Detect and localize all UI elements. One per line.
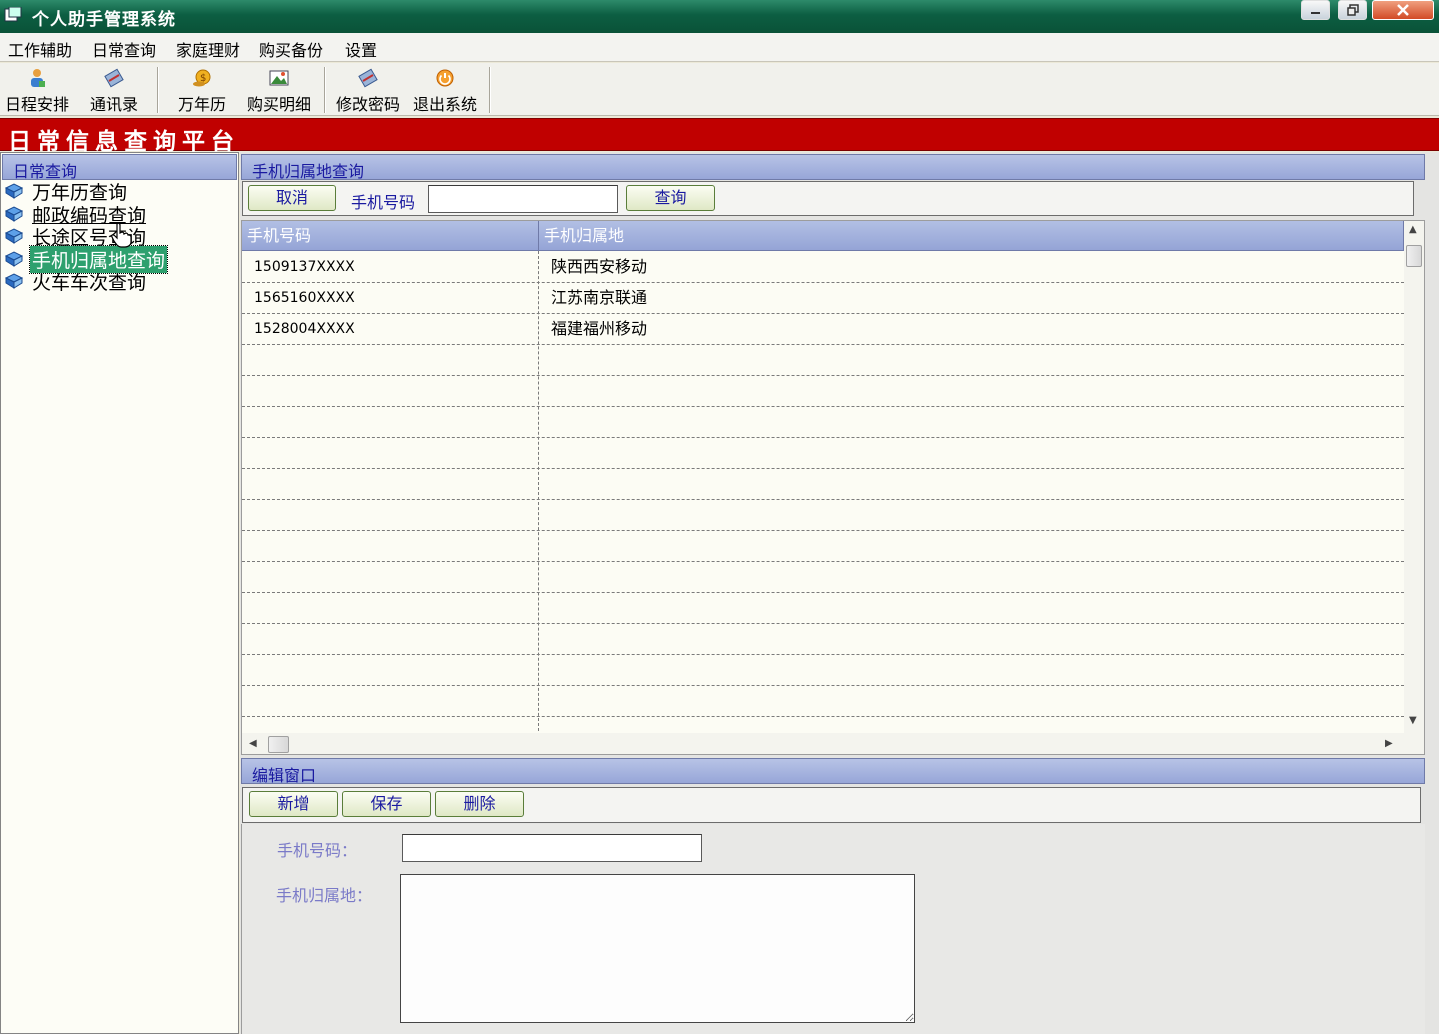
scroll-left-icon[interactable]: ◀ (249, 738, 257, 749)
hand-cursor-icon (111, 222, 132, 248)
toolbar-separator (157, 67, 159, 113)
save-button[interactable]: 保存 (342, 791, 431, 817)
banner: 日常信息查询平台 (0, 118, 1439, 155)
results-table: 手机号码 手机归属地 1509137XXXX 陕西西安移动 1565160XXX… (241, 220, 1425, 755)
menu-settings[interactable]: 设置 (345, 37, 377, 61)
cell-phone: 1565160XXXX (254, 290, 355, 306)
edit-location-textarea[interactable] (400, 874, 915, 1023)
addressbook-icon (104, 68, 124, 88)
window-title: 个人助手管理系统 (32, 10, 176, 30)
table-row-empty (242, 407, 1404, 438)
minimize-icon (1310, 12, 1320, 14)
scroll-up-icon[interactable]: ▲ (1409, 224, 1417, 235)
query-toolbar (242, 181, 1414, 216)
book-icon (4, 183, 24, 199)
delete-button[interactable]: 删除 (435, 791, 524, 817)
table-row-empty (242, 624, 1404, 655)
banner-title: 日常信息查询平台 (8, 128, 240, 155)
table-row-empty (242, 500, 1404, 531)
toolbar-separator (324, 67, 326, 113)
close-button[interactable] (1372, 0, 1434, 20)
vertical-scroll-thumb[interactable] (1406, 245, 1422, 267)
phone-label: 手机号码 (351, 193, 416, 212)
sidebar-header: 日常查询 (2, 154, 237, 181)
book-icon (4, 251, 24, 267)
table-row[interactable]: 1528004XXXX 福建福州移动 (242, 314, 1404, 345)
vertical-scrollbar[interactable]: ▲ ▼ (1404, 221, 1424, 733)
key-icon (358, 68, 378, 88)
cell-location: 江苏南京联通 (551, 288, 648, 307)
toolbar-separator (489, 67, 491, 113)
column-header-location[interactable]: 手机归属地 (539, 221, 1404, 251)
menu-bar: 工作辅助 日常查询 家庭理财 购买备份 设置 (0, 33, 1439, 62)
exit-icon (436, 69, 454, 87)
table-row-empty (242, 686, 1404, 717)
edit-panel-header: 编辑窗口 (241, 758, 1425, 785)
cell-phone: 1509137XXXX (254, 259, 355, 275)
schedule-button[interactable]: 日程安排 (4, 67, 70, 115)
column-divider (538, 251, 539, 731)
sidebar-item-calendar-query[interactable]: 万年历查询 (4, 180, 129, 204)
query-panel-header: 手机归属地查询 (241, 154, 1425, 181)
change-password-button[interactable]: 修改密码 (333, 67, 403, 115)
toolbar: 日程安排 通讯录 $ 万年历 购买明细 修改密码 退出系统 (0, 63, 1439, 116)
exit-system-button[interactable]: 退出系统 (410, 67, 480, 115)
menu-work[interactable]: 工作辅助 (8, 37, 72, 61)
edit-location-label: 手机归属地： (276, 886, 373, 905)
horizontal-scroll-thumb[interactable] (268, 736, 289, 753)
sidebar-item-train-query[interactable]: 火车车次查询 (4, 270, 148, 294)
add-button[interactable]: 新增 (249, 791, 338, 817)
table-row[interactable]: 1509137XXXX 陕西西安移动 (242, 252, 1404, 283)
book-icon (4, 228, 24, 244)
person-icon (31, 69, 45, 87)
table-row[interactable]: 1565160XXXX 江苏南京联通 (242, 283, 1404, 314)
horizontal-scrollbar[interactable]: ◀ ▶ (242, 733, 1424, 754)
scroll-down-icon[interactable]: ▼ (1409, 715, 1417, 726)
picture-icon (269, 70, 289, 86)
cell-phone: 1528004XXXX (254, 321, 355, 337)
table-header: 手机号码 手机归属地 (242, 221, 1404, 251)
purchase-detail-button[interactable]: 购买明细 (244, 67, 314, 115)
edit-phone-label: 手机号码： (277, 841, 358, 860)
minimize-button[interactable] (1301, 0, 1330, 20)
table-row-empty (242, 438, 1404, 469)
menu-purchase-backup[interactable]: 购买备份 (259, 37, 323, 61)
scroll-right-icon[interactable]: ▶ (1385, 738, 1393, 749)
contacts-button[interactable]: 通讯录 (86, 67, 142, 115)
menu-daily-query[interactable]: 日常查询 (92, 37, 156, 61)
restore-button[interactable] (1338, 0, 1367, 20)
title-bar: 个人助手管理系统 (0, 0, 1439, 33)
phone-search-input[interactable] (428, 185, 618, 213)
coin-icon: $ (193, 69, 211, 87)
app-icon (4, 7, 22, 22)
table-row-empty (242, 345, 1404, 376)
table-row-empty (242, 376, 1404, 407)
table-row-empty (242, 593, 1404, 624)
close-icon (1397, 4, 1409, 16)
cell-location: 福建福州移动 (551, 319, 648, 338)
column-header-phone[interactable]: 手机号码 (242, 221, 539, 251)
table-row-empty (242, 531, 1404, 562)
restore-icon (1346, 4, 1359, 16)
book-icon (4, 273, 24, 289)
calendar-button[interactable]: $ 万年历 (174, 67, 230, 115)
book-icon (4, 206, 24, 222)
table-row-empty (242, 655, 1404, 686)
edit-phone-input[interactable] (402, 834, 702, 862)
cell-location: 陕西西安移动 (551, 257, 648, 276)
search-button[interactable]: 查询 (626, 185, 715, 211)
cancel-button[interactable]: 取消 (248, 185, 336, 211)
table-row-empty (242, 562, 1404, 593)
menu-family-finance[interactable]: 家庭理财 (176, 37, 240, 61)
table-row-empty (242, 469, 1404, 500)
